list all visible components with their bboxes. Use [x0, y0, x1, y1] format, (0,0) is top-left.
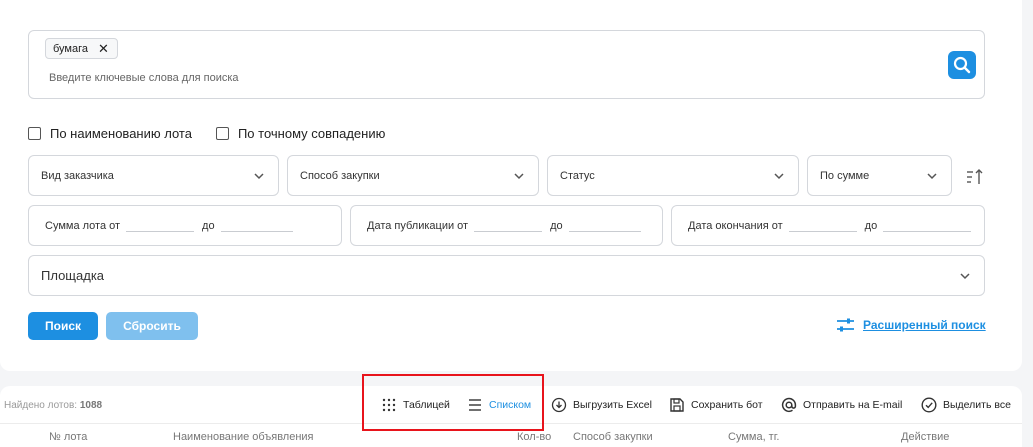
export-excel-button[interactable]: Выгрузить Excel — [551, 397, 652, 413]
check-circle-icon — [921, 397, 937, 413]
end-date-range: Дата окончания от до — [671, 205, 985, 246]
chevron-down-icon — [774, 172, 784, 179]
search-options: По наименованию лота По точному совпаден… — [28, 126, 385, 141]
chevron-down-icon — [254, 172, 264, 179]
export-excel-label: Выгрузить Excel — [573, 399, 652, 411]
select-all-label: Выделить все — [943, 399, 1011, 411]
send-email-button[interactable]: Отправить на E-mail — [781, 397, 902, 413]
save-bot-label: Сохранить бот — [691, 399, 763, 411]
checkbox-box[interactable] — [28, 127, 41, 140]
select-label: Площадка — [41, 268, 105, 283]
end-date-from-input[interactable] — [788, 220, 857, 232]
pub-date-to-input[interactable] — [568, 220, 641, 232]
chevron-down-icon — [514, 172, 524, 179]
col-header-lot-no: № лота — [49, 431, 88, 443]
found-label: Найдено лотов: — [4, 400, 78, 411]
end-date-to-input[interactable] — [883, 220, 972, 232]
remove-tag-icon[interactable]: ✕ — [98, 42, 109, 55]
select-label: Способ закупки — [300, 169, 380, 182]
exact-match-checkbox[interactable]: По точному совпадению — [215, 126, 386, 141]
found-number: 1088 — [79, 400, 103, 411]
status-select[interactable]: Статус — [547, 155, 799, 196]
procurement-method-select[interactable]: Способ закупки — [287, 155, 539, 196]
checkbox-label: По точному совпадению — [237, 126, 386, 141]
at-sign-icon — [781, 397, 797, 413]
select-label: Статус — [560, 169, 595, 182]
filter-sliders-icon — [837, 318, 854, 332]
select-all-button[interactable]: Выделить все — [921, 397, 1011, 413]
range-to-label: до — [202, 219, 215, 232]
lot-sum-range: Сумма лота от до — [28, 205, 342, 246]
keyword-search-box[interactable]: бумага ✕ Введите ключевые слова для поис… — [28, 30, 985, 99]
lot-sum-from-input[interactable] — [126, 220, 195, 232]
publication-date-range: Дата публикации от до — [350, 205, 663, 246]
checkbox-box[interactable] — [215, 127, 229, 140]
view-toggle-highlight — [362, 374, 544, 431]
keyword-tag-label: бумага — [53, 42, 89, 55]
download-icon — [551, 397, 567, 413]
advanced-search-label: Расширенный поиск — [863, 318, 986, 332]
search-icon — [953, 56, 971, 74]
search-input[interactable]: Введите ключевые слова для поиска — [49, 72, 239, 84]
chevron-down-icon — [927, 172, 937, 179]
by-lot-name-checkbox[interactable]: По наименованию лота — [28, 126, 192, 141]
search-button[interactable]: Поиск — [28, 312, 98, 340]
range-label: Сумма лота от — [45, 219, 121, 232]
col-header-method: Способ закупки — [573, 431, 653, 443]
checkbox-label: По наименованию лота — [50, 126, 192, 141]
col-header-qty: Кол-во — [517, 431, 552, 443]
found-count: Найдено лотов: 1088 — [4, 400, 102, 411]
select-label: По сумме — [820, 169, 870, 182]
col-header-sum: Сумма, тг. — [728, 431, 780, 443]
range-to-label: до — [550, 219, 563, 232]
save-icon — [670, 398, 684, 412]
sort-by-select[interactable]: По сумме — [807, 155, 952, 196]
chevron-down-icon — [960, 272, 970, 279]
customer-type-select[interactable]: Вид заказчика — [28, 155, 279, 196]
search-panel: бумага ✕ Введите ключевые слова для поис… — [0, 0, 1022, 371]
advanced-search-link[interactable]: Расширенный поиск — [836, 318, 986, 332]
pub-date-from-input[interactable] — [474, 220, 543, 232]
keyword-tag: бумага ✕ — [45, 38, 118, 59]
range-label: Дата окончания от — [688, 219, 783, 232]
col-header-name: Наименование объявления — [173, 431, 314, 443]
lot-sum-to-input[interactable] — [220, 220, 293, 232]
search-submit-button[interactable] — [948, 51, 976, 79]
col-header-action: Действие — [901, 431, 950, 443]
range-label: Дата публикации от — [367, 219, 469, 232]
reset-button[interactable]: Сбросить — [106, 312, 198, 340]
range-to-label: до — [864, 219, 878, 232]
send-email-label: Отправить на E-mail — [803, 399, 903, 411]
select-label: Вид заказчика — [41, 169, 114, 182]
save-bot-button[interactable]: Сохранить бот — [669, 397, 763, 413]
platform-select[interactable]: Площадка — [28, 255, 985, 296]
scrollbar-track[interactable] — [1022, 0, 1033, 447]
sort-order-icon[interactable] — [965, 168, 985, 186]
